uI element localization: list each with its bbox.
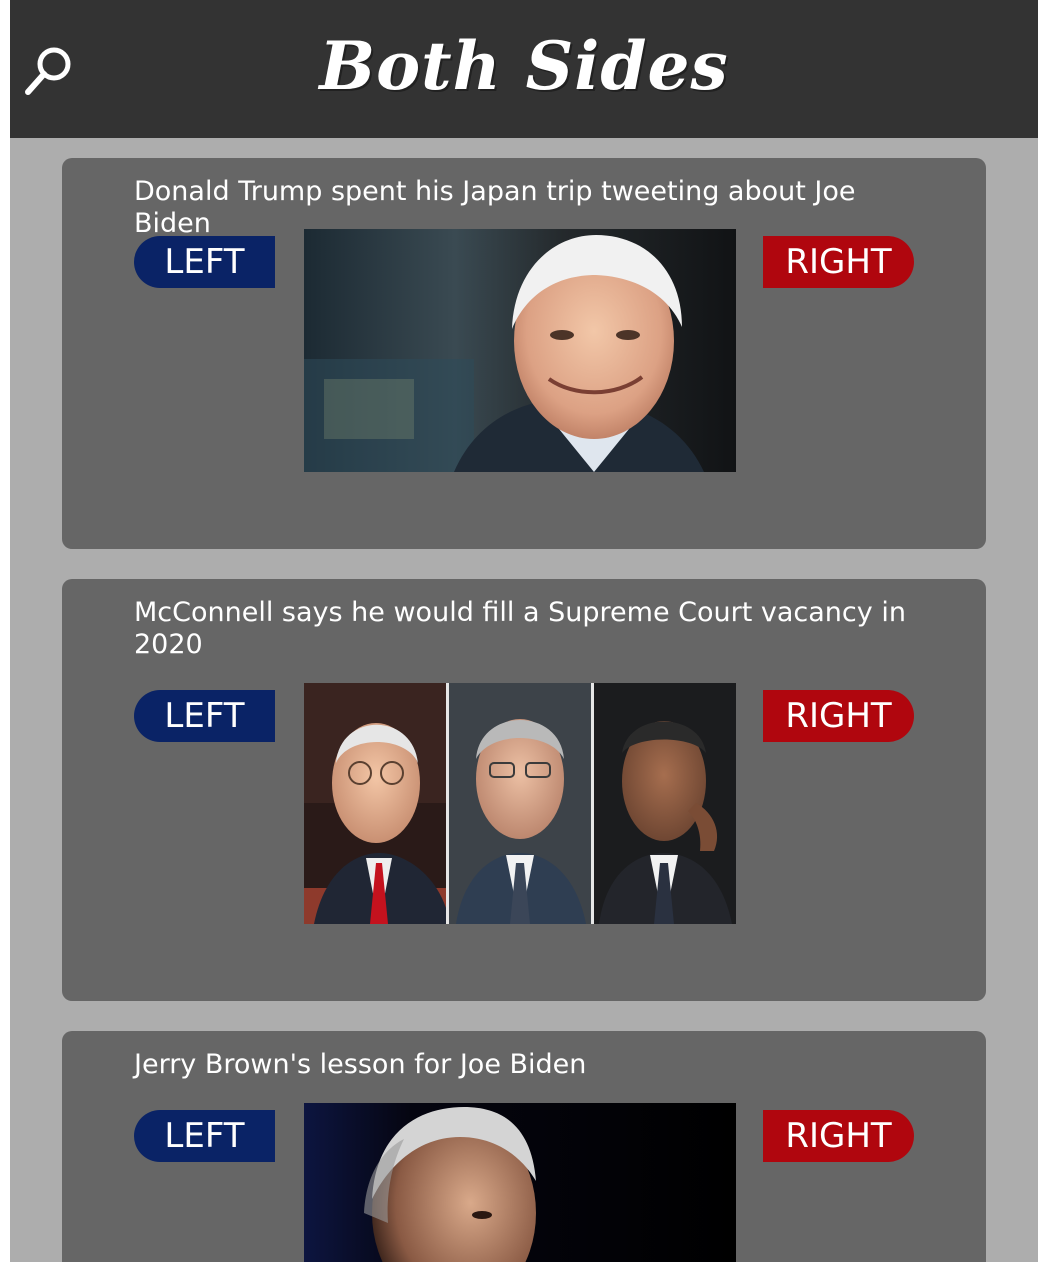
- left-coverage-button[interactable]: LEFT: [134, 690, 275, 742]
- right-coverage-button[interactable]: RIGHT: [763, 236, 914, 288]
- top-bar: Both Sides: [10, 0, 1038, 138]
- left-coverage-button[interactable]: LEFT: [134, 1110, 275, 1162]
- triptych-photo: [304, 683, 736, 924]
- article-card: Donald Trump spent his Japan trip tweeti…: [62, 158, 986, 549]
- right-coverage-button[interactable]: RIGHT: [763, 690, 914, 742]
- app-root: Both Sides Donald Trump spent his Japan …: [10, 0, 1038, 1262]
- right-coverage-button[interactable]: RIGHT: [763, 1110, 914, 1162]
- article-card: McConnell says he would fill a Supreme C…: [62, 579, 986, 1001]
- portrait-photo: [304, 229, 736, 472]
- site-title: Both Sides: [319, 27, 729, 105]
- article-headline[interactable]: McConnell says he would fill a Supreme C…: [134, 597, 916, 661]
- article-headline[interactable]: Jerry Brown's lesson for Joe Biden: [134, 1049, 916, 1081]
- article-image[interactable]: [304, 1103, 736, 1262]
- article-image[interactable]: [304, 229, 736, 472]
- article-image[interactable]: [304, 683, 736, 924]
- portrait-photo: [304, 1103, 736, 1262]
- article-card: Jerry Brown's lesson for Joe Biden LEFT: [62, 1031, 986, 1262]
- left-coverage-button[interactable]: LEFT: [134, 236, 275, 288]
